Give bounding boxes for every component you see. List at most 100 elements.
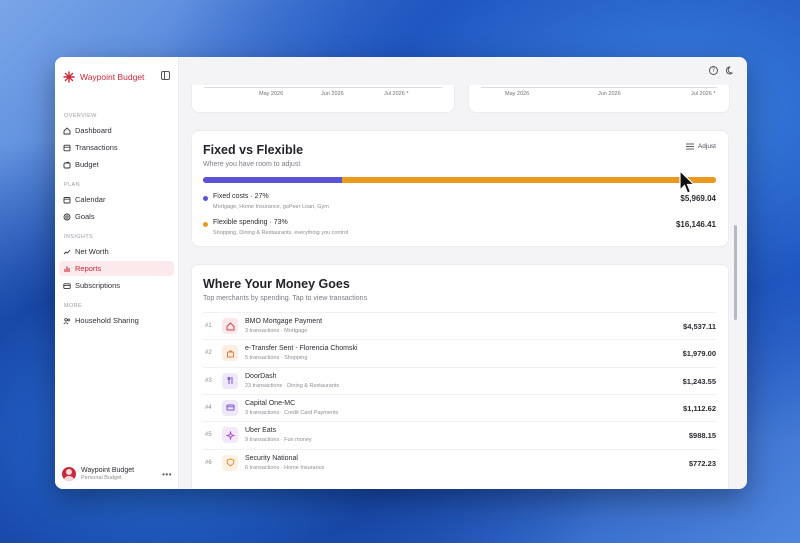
more-options-button[interactable]: ••• [162,470,172,479]
x-tick: Jun 2026 [321,91,344,97]
card-icon [63,282,71,290]
shield-icon [222,454,238,471]
merchant-row[interactable]: #2 e-Transfer Sent - Florencia Chomski 5 t… [203,339,716,366]
merchant-amount: $1,243.55 [682,376,716,386]
home-icon [222,318,238,334]
sidebar: Waypoint Budget OVERVIEW Dashboard Trans… [55,57,179,489]
sidebar-item-goals[interactable]: Goals [59,209,174,224]
section-label-overview: OVERVIEW [64,113,97,119]
merchant-amount: $988.15 [688,431,716,441]
sidebar-item-subscriptions[interactable]: Subscriptions [59,278,174,293]
merchant-row[interactable]: #1 BMO Mortgage Payment 3 transactions · M… [203,312,716,339]
section-label-more: MORE [64,303,83,309]
x-tick: May 2026 [505,91,530,97]
x-tick: Jul 2026 * [384,91,409,97]
sidebar-item-label: Transactions [75,143,118,152]
merchant-amount: $1,112.62 [683,403,716,413]
moon-icon[interactable] [726,66,735,75]
user-profile[interactable]: Waypoint Budget Personal Budget ••• [62,467,172,481]
x-tick: May 2026 [259,91,284,97]
merchant-rank: #2 [205,350,212,357]
merchant-row[interactable]: #3 DoorDash 23 transactions · Dining & Res… [203,366,716,394]
user-name: Waypoint Budget [81,467,135,474]
sidebar-collapse-icon[interactable] [161,71,170,80]
merchant-name: Capital One-MC [245,399,296,407]
brand[interactable]: Waypoint Budget [55,69,178,85]
merchant-desc: 3 transactions · Mortgage [245,328,308,334]
top-bar: ? [179,57,747,85]
chart-card-right: May 2026 Jun 2026 Jul 2026 * [468,85,730,113]
x-axis [204,87,442,88]
adjust-label: Adjust [697,143,716,150]
wallet-icon [63,161,71,169]
merchant-name: e-Transfer Sent - Florencia Chomski [245,345,358,353]
merchant-name: BMO Mortgage Payment [245,318,323,325]
help-icon[interactable]: ? [709,66,718,75]
users-icon [63,317,71,325]
scrollbar[interactable] [734,225,737,320]
sidebar-item-label: Subscriptions [75,281,121,290]
sidebar-item-label: Net Worth [75,247,109,256]
bar-chart-icon [63,265,71,273]
merchant-desc: 5 transactions · Shopping [245,355,308,362]
sliders-icon [685,143,694,150]
sidebar-item-budget[interactable]: Budget [59,157,174,172]
flexible-amount: $16,146.41 [675,220,716,229]
sidebar-item-label: Calendar [75,195,106,204]
merchant-row[interactable]: #4 Capital One-MC 3 transactions · Credit … [203,393,716,421]
adjust-button[interactable]: Adjust [685,143,716,150]
sidebar-item-household-sharing[interactable]: Household Sharing [59,313,174,328]
section-label-insights: INSIGHTS [64,234,94,240]
waypoint-logo-icon [63,71,75,83]
fixed-desc: Mortgage, Home Insurance, goPeer Loan, G… [213,204,329,210]
merchant-rank: #3 [205,377,212,384]
fixed-label: Fixed costs · 27% [213,193,269,200]
utensils-icon [222,372,238,389]
flexible-label: Flexible spending · 73% [213,219,288,226]
sidebar-item-net-worth[interactable]: Net Worth [59,244,174,259]
scroll-area[interactable]: May 2026 Jun 2026 Jul 2026 * May 2026 Ju… [179,85,739,489]
trending-up-icon [63,248,71,256]
sparkle-icon [222,427,238,444]
where-money-goes-card: Where Your Money Goes Top merchants by s… [191,264,729,489]
merchant-name: DoorDash [245,372,277,380]
card-title: Fixed vs Flexible [203,143,304,157]
merchant-amount: $4,537.11 [683,322,716,331]
merchant-desc: 23 transactions · Dining & Restaurants [245,382,340,389]
card-subtitle: Where you have room to adjust [203,161,301,168]
sidebar-item-label: Dashboard [75,126,112,135]
section-label-plan: PLAN [64,182,80,188]
merchant-row[interactable]: #6 Security National 6 transactions · Home… [203,448,716,476]
brand-name: Waypoint Budget [80,72,145,82]
merchant-row[interactable]: #5 Uber Eats 9 transactions · Fun money $98… [203,421,716,448]
merchant-desc: 3 transactions · Credit Card Payments [245,409,339,416]
merchant-name: Security National [245,454,298,462]
sidebar-item-dashboard[interactable]: Dashboard [59,123,174,138]
sidebar-item-label: Goals [75,212,95,221]
target-icon [63,213,71,221]
sidebar-item-reports[interactable]: Reports [59,261,174,276]
app-window: Waypoint Budget OVERVIEW Dashboard Trans… [55,57,747,489]
card-title: Where Your Money Goes [203,277,350,291]
sidebar-item-label: Reports [75,264,102,273]
fixed-vs-flexible-card: Fixed vs Flexible Where you have room to… [191,130,729,247]
sidebar-item-calendar[interactable]: Calendar [59,192,174,207]
x-tick: Jul 2026 * [691,91,716,97]
sidebar-item-label: Budget [75,160,99,169]
list-icon [63,144,71,152]
fixed-bar-segment [203,177,342,183]
user-subtitle: Personal Budget [81,475,122,481]
avatar [62,467,76,481]
shopping-bag-icon [222,345,238,362]
flexible-dot [203,222,208,227]
main-content: ? May 2026 Jun 2026 Jul 2026 * May 2026 … [179,57,747,489]
merchant-rank: #6 [205,459,212,466]
flexible-desc: Shopping, Dining & Restaurants, everythi… [213,230,349,236]
sidebar-item-transactions[interactable]: Transactions [59,140,174,155]
merchant-name: Uber Eats [245,427,277,435]
merchant-rank: #5 [205,432,212,439]
merchant-desc: 9 transactions · Fun money [245,437,312,444]
x-axis [481,87,717,88]
card-subtitle: Top merchants by spending. Tap to view t… [203,295,368,302]
merchant-rank: #1 [205,323,212,329]
